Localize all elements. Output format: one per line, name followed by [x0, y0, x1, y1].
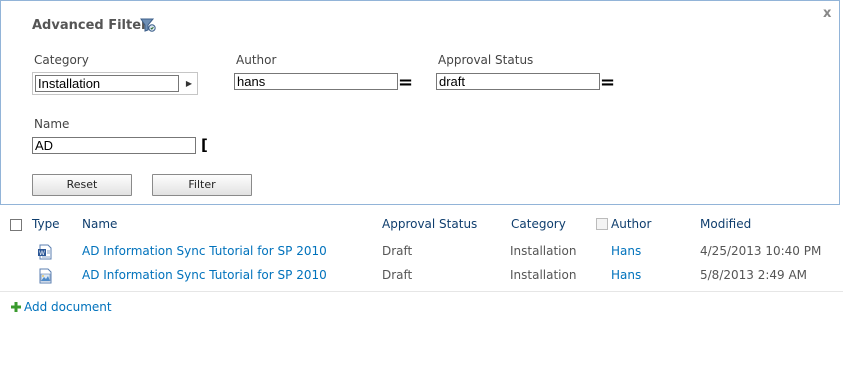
name-field[interactable]: AD [32, 137, 196, 154]
name-label: Name [34, 117, 70, 131]
add-icon[interactable] [10, 301, 22, 313]
row-modified: 5/8/2013 2:49 AM [700, 268, 808, 282]
column-header-approval-status[interactable]: Approval Status [382, 217, 477, 231]
category-select-value[interactable]: Installation [35, 75, 179, 92]
author-operator: = [398, 72, 414, 93]
column-header-category[interactable]: Category [511, 217, 566, 231]
add-document-link[interactable]: Add document [24, 300, 112, 314]
reset-button[interactable]: Reset [32, 174, 132, 196]
filter-funnel-icon [140, 18, 156, 32]
filter-button[interactable]: Filter [152, 174, 252, 196]
close-icon[interactable]: x [823, 6, 831, 21]
row-author-link[interactable]: Hans [611, 244, 641, 258]
svg-text:W: W [39, 250, 45, 257]
advanced-filter-panel: Advanced Filter x Category Installation … [0, 0, 840, 205]
image-document-icon[interactable] [37, 268, 53, 284]
column-header-type[interactable]: Type [32, 217, 60, 231]
column-header-author[interactable]: Author [611, 217, 651, 231]
row-author-link[interactable]: Hans [611, 268, 641, 282]
column-header-modified[interactable]: Modified [700, 217, 751, 231]
row-category: Installation [510, 244, 577, 258]
column-header-name[interactable]: Name [82, 217, 117, 231]
author-column-checkbox[interactable] [596, 218, 608, 230]
name-operator: [ [201, 136, 208, 154]
author-label: Author [236, 53, 277, 67]
row-category: Installation [510, 268, 577, 282]
approval-status-field[interactable]: draft [436, 73, 600, 90]
category-label: Category [34, 53, 89, 67]
approval-status-label: Approval Status [438, 53, 534, 67]
filter-panel-title: Advanced Filter [32, 18, 148, 33]
select-all-checkbox[interactable] [10, 219, 22, 231]
chevron-right-icon[interactable]: ▶ [183, 75, 195, 92]
document-name-link[interactable]: AD Information Sync Tutorial for SP 2010 [82, 244, 327, 258]
document-name-link[interactable]: AD Information Sync Tutorial for SP 2010 [82, 268, 327, 282]
row-modified: 4/25/2013 10:40 PM [700, 244, 822, 258]
category-select[interactable]: Installation ▶ [32, 72, 198, 95]
table-footer-divider [0, 291, 843, 292]
row-approval-status: Draft [382, 244, 413, 258]
word-document-icon[interactable]: W [37, 244, 53, 260]
row-approval-status: Draft [382, 268, 413, 282]
author-field[interactable]: hans [234, 73, 398, 90]
approval-status-operator: = [600, 72, 616, 93]
